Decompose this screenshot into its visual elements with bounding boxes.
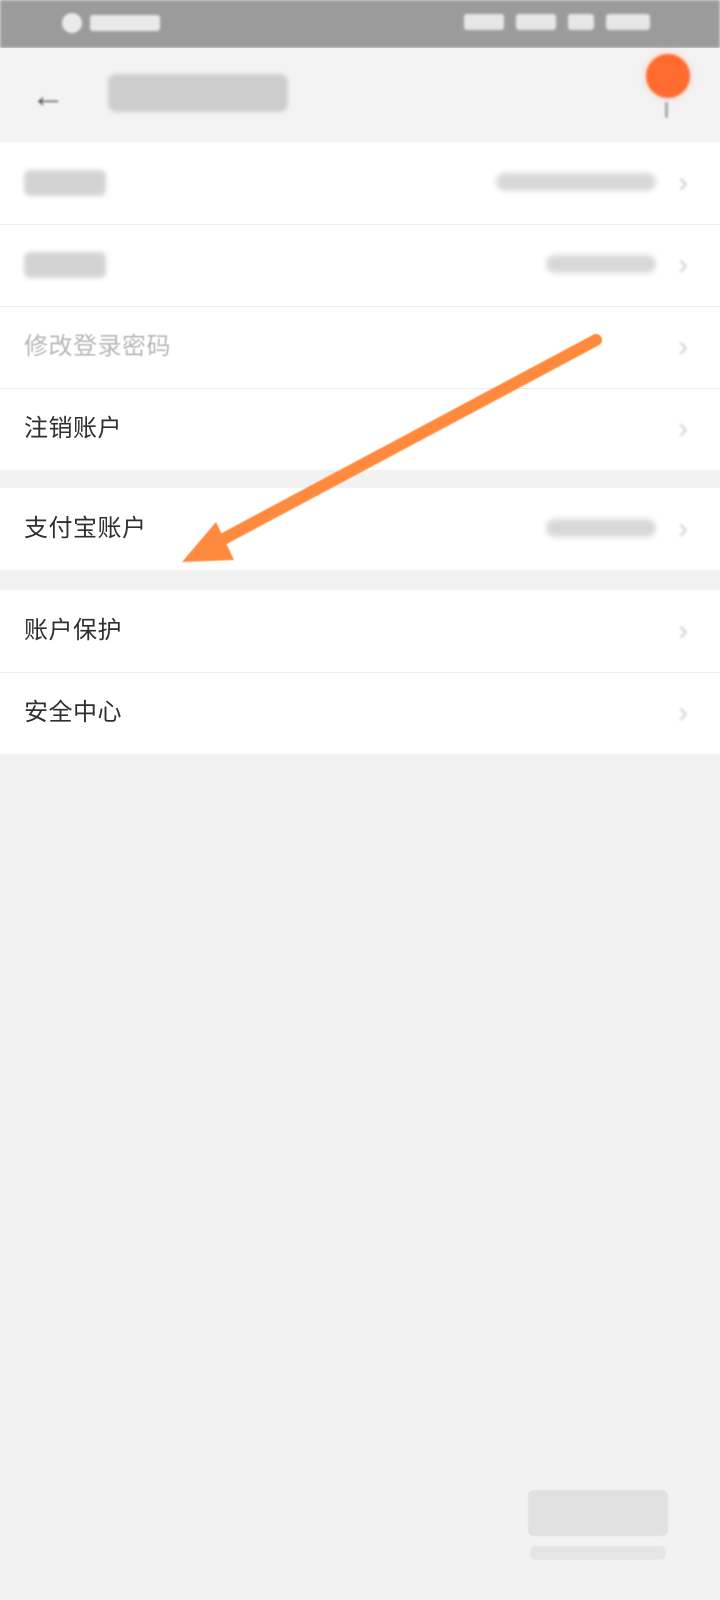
row-value-redacted [546, 255, 656, 273]
list-item-redacted-2[interactable]: › [0, 224, 720, 306]
list-item-security-center[interactable]: 安全中心 › [0, 672, 720, 754]
notification-icon[interactable] [646, 54, 690, 98]
page-title-redacted [108, 74, 288, 112]
list-item-alipay-account[interactable]: 支付宝账户 › [0, 488, 720, 570]
account-settings-section: › › 修改登录密码 › 注销账户 › [0, 142, 720, 470]
row-label-redacted [24, 252, 106, 278]
top-app-bar: ← [0, 48, 720, 140]
chevron-right-icon: › [678, 614, 688, 647]
back-button[interactable]: ← [28, 76, 68, 116]
chevron-right-icon: › [678, 248, 688, 281]
alipay-section: 支付宝账户 › [0, 488, 720, 570]
status-right [464, 14, 650, 30]
chevron-right-icon: › [678, 696, 688, 729]
status-network-icon [464, 14, 504, 30]
row-label: 支付宝账户 [24, 515, 147, 542]
chevron-right-icon: › [678, 412, 688, 445]
row-label: 修改登录密码 [24, 333, 171, 360]
status-bar [0, 0, 720, 48]
status-left [62, 13, 160, 33]
chevron-right-icon: › [678, 330, 688, 363]
status-battery-icon [606, 14, 650, 30]
list-item-account-protection[interactable]: 账户保护 › [0, 590, 720, 672]
chevron-right-icon: › [678, 166, 688, 199]
status-wifi-icon [568, 14, 594, 30]
watermark-subtext [530, 1546, 666, 1560]
row-label: 账户保护 [24, 617, 122, 644]
chevron-right-icon: › [678, 512, 688, 545]
status-app-icon [62, 13, 82, 33]
notification-icon-tail [665, 102, 668, 118]
status-signal-icon [516, 14, 556, 30]
watermark-mark [528, 1490, 668, 1536]
list-item-redacted-1[interactable]: › [0, 142, 720, 224]
list-item-deactivate-account[interactable]: 注销账户 › [0, 388, 720, 470]
row-label: 注销账户 [24, 415, 122, 442]
status-left-text [90, 15, 160, 31]
row-label-redacted [24, 170, 106, 196]
security-section: 账户保护 › 安全中心 › [0, 590, 720, 754]
list-item-change-login-password[interactable]: 修改登录密码 › [0, 306, 720, 388]
arrow-left-icon: ← [31, 77, 65, 115]
row-label: 安全中心 [24, 699, 122, 726]
row-value-redacted [496, 173, 656, 191]
watermark-logo [528, 1490, 668, 1560]
row-value-redacted [546, 519, 656, 537]
